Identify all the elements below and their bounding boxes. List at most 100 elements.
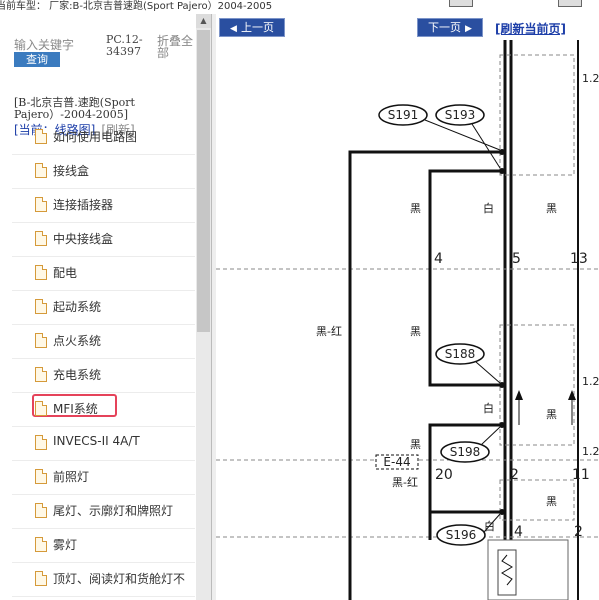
document-icon bbox=[35, 197, 47, 212]
wire-color-label: 黑-红 bbox=[316, 325, 342, 338]
splice-label: S198 bbox=[440, 441, 490, 463]
next-page-button[interactable]: 下一页 ▶ bbox=[417, 18, 483, 37]
pin-number: 13 bbox=[570, 251, 588, 267]
pin-number: 2 bbox=[510, 467, 519, 483]
list-item-label: 接线盒 bbox=[53, 164, 90, 178]
list-item-label: 起动系统 bbox=[53, 300, 102, 314]
list-item[interactable]: 如何使用电路图 bbox=[12, 121, 195, 155]
wire-color-label: 白 bbox=[484, 519, 495, 533]
direction-arrow bbox=[568, 390, 576, 400]
wire-color-label: 白 bbox=[483, 201, 494, 215]
document-icon bbox=[35, 503, 47, 518]
model-title: [B-北京吉普.速跑(Sport Pajero）-2004-2005] bbox=[14, 96, 135, 121]
splice-label: S193 bbox=[435, 104, 485, 126]
list-item-label: 前照灯 bbox=[53, 470, 90, 484]
arrow-right-icon: ▶ bbox=[465, 24, 472, 34]
document-icon bbox=[35, 129, 47, 144]
next-page-label: 下一页 bbox=[428, 21, 462, 34]
edge-label: 1.2 bbox=[582, 445, 599, 458]
splice-label-text: S188 bbox=[445, 347, 476, 361]
list-item-label: INVECS-II 4A/T bbox=[53, 434, 140, 448]
list-item[interactable]: 尾灯、示廓灯和牌照灯 bbox=[12, 495, 195, 529]
list-item[interactable]: 前照灯 bbox=[12, 461, 195, 495]
document-icon bbox=[35, 571, 47, 586]
sidebar: 输入关键字 查询 PC.12-34397 折叠全部 [B-北京吉普.速跑(Spo… bbox=[0, 14, 196, 600]
wire-color-label: 黑-红 bbox=[392, 476, 418, 489]
splice-label-text: S198 bbox=[450, 445, 481, 459]
query-button[interactable]: 查询 bbox=[14, 52, 60, 67]
prev-page-button[interactable]: ◀ 上一页 bbox=[219, 18, 285, 37]
wire-color-label: 黑 bbox=[546, 202, 557, 215]
document-icon bbox=[35, 333, 47, 348]
prev-page-label: 上一页 bbox=[240, 21, 274, 34]
list-item-label: 如何使用电路图 bbox=[53, 130, 138, 144]
component-box bbox=[487, 539, 569, 600]
list-item-label: 配电 bbox=[53, 266, 78, 280]
edge-label: 1.2 bbox=[582, 72, 599, 85]
splice-dot bbox=[499, 168, 505, 174]
pc-code: PC.12-34397 bbox=[106, 33, 143, 58]
wire-color-label: 白 bbox=[483, 401, 494, 415]
pin-number: 4 bbox=[514, 524, 523, 540]
splice-label-text: S193 bbox=[445, 108, 476, 122]
splice-label-text: S196 bbox=[446, 528, 477, 542]
window-button[interactable] bbox=[558, 0, 582, 7]
list-item-label: 连接插接器 bbox=[53, 198, 114, 212]
search-input[interactable]: 输入关键字 bbox=[14, 38, 102, 52]
fold-all-link[interactable]: 折叠全部 bbox=[157, 35, 195, 59]
list-item[interactable]: 接线盒 bbox=[12, 155, 195, 189]
document-icon bbox=[35, 163, 47, 178]
window-button[interactable] bbox=[449, 0, 473, 7]
diagram-toolbar: ◀ 上一页 下一页 ▶ [刷新当前页] bbox=[216, 14, 599, 40]
arrow-left-icon: ◀ bbox=[230, 24, 237, 34]
splice-label: S196 bbox=[436, 524, 486, 546]
list-item-selected[interactable]: MFI系统 bbox=[12, 393, 195, 427]
list-item[interactable]: 配电 bbox=[12, 257, 195, 291]
list-item[interactable]: 中央接线盒 bbox=[12, 223, 195, 257]
wiring-diagram-canvas: S191 S193 S188 S198 S196 E-44 黑 白 黑 黑-红 … bbox=[216, 40, 599, 600]
list-item[interactable]: 连接插接器 bbox=[12, 189, 195, 223]
list-item[interactable]: 雾灯 bbox=[12, 529, 195, 563]
list-item-label: 尾灯、示廓灯和牌照灯 bbox=[53, 504, 174, 518]
list-item-label: 点火系统 bbox=[53, 334, 102, 348]
list-item-label: 充电系统 bbox=[53, 368, 102, 382]
list-item[interactable]: 顶灯、阅读灯和货舱灯不 bbox=[12, 563, 195, 597]
edge-label: 1.2 bbox=[582, 375, 599, 388]
splice-label: S191 bbox=[378, 104, 428, 126]
pin-number: 11 bbox=[572, 467, 590, 483]
splice-label-text: S191 bbox=[388, 108, 419, 122]
pin-number: 2 bbox=[574, 524, 583, 540]
list-item[interactable]: INVECS-II 4A/T bbox=[12, 427, 195, 461]
list-item[interactable]: 起动系统 bbox=[12, 291, 195, 325]
vehicle-info-bar: 当前车型： 厂家:B-北京吉普速跑(Sport Pajero）2004-2005 bbox=[0, 0, 599, 14]
refresh-page-link[interactable]: [刷新当前页] bbox=[495, 20, 566, 37]
document-icon bbox=[35, 299, 47, 314]
pin-number: 5 bbox=[512, 251, 521, 267]
document-icon bbox=[35, 401, 47, 416]
list-item-label: 雾灯 bbox=[53, 538, 78, 552]
scrollbar-thumb[interactable] bbox=[197, 30, 210, 332]
document-icon bbox=[35, 537, 47, 552]
document-icon bbox=[35, 265, 47, 280]
document-icon bbox=[35, 367, 47, 382]
list-item-label: 顶灯、阅读灯和货舱灯不 bbox=[53, 572, 186, 586]
list-item-label: 中央接线盒 bbox=[53, 232, 114, 246]
wire-color-label: 黑 bbox=[410, 325, 421, 338]
wire-color-label: 黑 bbox=[546, 495, 557, 508]
connector-tag: E-44 bbox=[375, 454, 419, 470]
splice-label: S188 bbox=[435, 343, 485, 365]
list-item[interactable]: 充电系统 bbox=[12, 359, 195, 393]
scroll-up-icon[interactable]: ▲ bbox=[196, 14, 211, 28]
wire-color-label: 黑 bbox=[410, 202, 421, 215]
list-item[interactable]: 点火系统 bbox=[12, 325, 195, 359]
pin-number: 20 bbox=[435, 467, 453, 483]
vehicle-info-text: 当前车型： 厂家:B-北京吉普速跑(Sport Pajero）2004-2005 bbox=[0, 1, 273, 12]
list-item-label: MFI系统 bbox=[53, 402, 98, 416]
wire-color-label: 黑 bbox=[410, 438, 421, 451]
document-icon bbox=[35, 435, 47, 450]
wiring-diagram: S191 S193 S188 S198 S196 E-44 黑 白 黑 黑-红 … bbox=[216, 40, 599, 600]
direction-arrow bbox=[515, 390, 523, 400]
document-icon bbox=[35, 231, 47, 246]
document-icon bbox=[35, 469, 47, 484]
wire-color-label: 黑 bbox=[546, 408, 557, 421]
